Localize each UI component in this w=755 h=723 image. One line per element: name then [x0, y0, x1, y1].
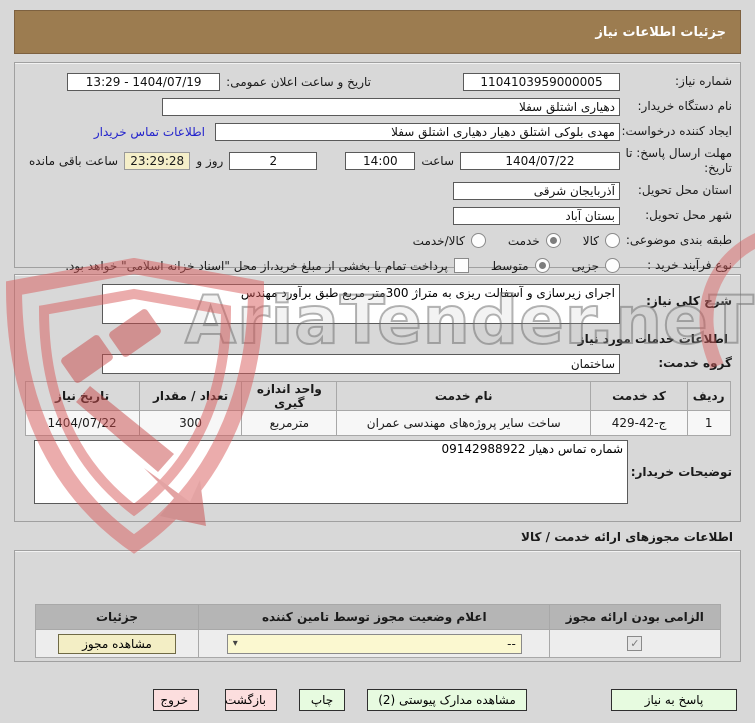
deadline-date-field[interactable] [460, 152, 620, 170]
radio-goods-label: کالا [582, 233, 599, 248]
radio-partial[interactable] [605, 258, 620, 273]
print-button[interactable]: چاپ [299, 689, 345, 711]
back-button[interactable]: بازگشت [225, 689, 277, 711]
col-license-details: جزئیات [34, 604, 200, 630]
col-row-number: ردیف [686, 381, 731, 411]
deadline-label: مهلت ارسال پاسخ: تا تاریخ: [625, 146, 732, 175]
cell-license-status: -- ▾ [198, 629, 551, 658]
col-service-name: نام خدمت [336, 381, 592, 411]
classification-row: طبقه بندی موضوعی: کالا خدمت کالا/خدمت [23, 229, 732, 252]
cell-row-number: 1 [686, 410, 731, 436]
cell-quantity: 300 [138, 410, 243, 436]
license-status-select[interactable]: -- ▾ [226, 633, 522, 654]
licenses-panel: الزامی بودن ارائه مجوز اعلام وضعیت مجوز … [14, 550, 741, 662]
buyer-org-field[interactable] [162, 97, 620, 116]
announce-datetime-field[interactable] [67, 72, 221, 91]
cell-license-details: مشاهده مجوز [34, 629, 200, 658]
need-desc-textarea[interactable]: اجرای زیرسازی و آسفالت ریزی به متراژ 300… [102, 284, 620, 324]
remaining-days-field[interactable] [229, 152, 318, 170]
view-license-button[interactable]: مشاهده مجوز [57, 633, 176, 654]
services-table-header-row: ردیف کد خدمت نام خدمت واحد اندازه گیری ت… [24, 381, 731, 411]
province-field[interactable] [453, 181, 620, 200]
licenses-section-title: اطلاعات مجوزهای ارائه خدمت / کالا [521, 530, 733, 544]
radio-medium-label: متوسط [490, 258, 529, 273]
licenses-table: الزامی بودن ارائه مجوز اعلام وضعیت مجوز … [34, 604, 721, 658]
city-field[interactable] [453, 206, 620, 225]
radio-goods[interactable] [605, 233, 620, 248]
exit-button[interactable]: خروج [153, 689, 199, 711]
treasury-checkbox[interactable] [453, 258, 469, 273]
classification-label: طبقه بندی موضوعی: [625, 233, 732, 247]
radio-medium[interactable] [534, 258, 550, 273]
buyer-org-label: نام دستگاه خریدار: [637, 99, 733, 113]
need-desc-label: شرح کلی نیاز: [646, 294, 732, 308]
mandatory-license-checkbox [627, 636, 643, 651]
buyer-contact-link[interactable]: اطلاعات تماس خریدار [94, 125, 205, 139]
cell-need-date: 1404/07/22 [24, 410, 140, 436]
page-title: جزئیات اطلاعات نیاز [14, 10, 741, 54]
col-license-mandatory: الزامی بودن ارائه مجوز [549, 604, 721, 630]
deadline-time-field[interactable] [345, 152, 416, 170]
radio-goods-service[interactable] [470, 233, 486, 248]
col-service-code: کد خدمت [590, 381, 688, 411]
radio-service[interactable] [545, 233, 561, 248]
licenses-table-row: -- ▾ مشاهده مجوز [34, 629, 721, 658]
deadline-row: مهلت ارسال پاسخ: تا تاریخ: ساعت روز و 23… [23, 145, 732, 177]
service-group-row: گروه خدمت: [23, 352, 732, 375]
province-row: استان محل تحویل: [23, 179, 732, 202]
cell-service-name: ساخت سایر پروژه‌های مهندسی عمران [336, 410, 592, 436]
licenses-table-header-row: الزامی بودن ارائه مجوز اعلام وضعیت مجوز … [34, 604, 721, 630]
services-section-title: اطلاعات خدمات مورد نیاز [577, 332, 728, 346]
city-label: شهر محل تحویل: [645, 208, 732, 222]
cell-service-code: ج-42-429 [590, 410, 688, 436]
service-group-field[interactable] [102, 353, 620, 374]
col-need-date: تاریخ نیاز [24, 381, 140, 411]
chevron-down-icon: ▾ [232, 638, 238, 649]
countdown-timer: 23:29:28 [124, 152, 191, 170]
col-license-status: اعلام وضعیت مجوز توسط تامین کننده [198, 604, 551, 630]
radio-partial-label: جزیی [571, 258, 599, 273]
need-number-label: شماره نیاز: [675, 74, 732, 88]
need-number-field[interactable] [463, 72, 620, 91]
hours-remaining-label: ساعت باقی مانده [29, 154, 119, 168]
deadline-hour-label: ساعت [421, 154, 454, 168]
buyer-notes-row: توضیحات خریدار: شماره تماس دهیار 0914298… [23, 440, 732, 504]
days-and-label: روز و [196, 154, 224, 168]
creator-row: ایجاد کننده درخواست: اطلاعات تماس خریدار [23, 120, 732, 143]
need-number-row: شماره نیاز: تاریخ و ساعت اعلان عمومی: [23, 70, 732, 93]
announce-datetime-label: تاریخ و ساعت اعلان عمومی: [226, 74, 371, 89]
col-quantity: تعداد / مقدار [138, 381, 243, 411]
cell-unit: مترمربع [241, 410, 338, 436]
service-group-label: گروه خدمت: [658, 356, 732, 370]
need-desc-row: شرح کلی نیاز: اجرای زیرسازی و آسفالت ریز… [23, 284, 732, 324]
footer-toolbar: پاسخ به نیاز مشاهده مدارک پیوستی (2) چاپ… [0, 689, 755, 711]
col-unit: واحد اندازه گیری [241, 381, 338, 411]
need-info-panel: شماره نیاز: تاریخ و ساعت اعلان عمومی: نا… [14, 62, 741, 273]
buyer-notes-textarea[interactable]: شماره تماس دهیار 09142988922 [34, 440, 628, 504]
services-panel: شرح کلی نیاز: اجرای زیرسازی و آسفالت ریز… [14, 274, 741, 522]
need-details-page: { "page": { "title": "جزئیات اطلاعات نیا… [0, 10, 755, 723]
buyer-notes-label: توضیحات خریدار: [630, 464, 732, 479]
city-row: شهر محل تحویل: [23, 204, 732, 227]
services-table: ردیف کد خدمت نام خدمت واحد اندازه گیری ت… [24, 381, 731, 436]
respond-button[interactable]: پاسخ به نیاز [611, 689, 737, 711]
radio-service-label: خدمت [507, 233, 540, 248]
treasury-checkbox-label: پرداخت تمام یا بخشی از مبلغ خرید،از محل … [65, 258, 448, 273]
province-label: استان محل تحویل: [637, 183, 732, 197]
process-type-label: نوع فرآیند خرید : [647, 258, 732, 272]
cell-license-mandatory [549, 629, 721, 658]
license-status-value: -- [507, 636, 516, 651]
creator-field[interactable] [215, 122, 620, 141]
view-attached-docs-button[interactable]: مشاهده مدارک پیوستی (2) [367, 689, 527, 711]
creator-label: ایجاد کننده درخواست: [621, 124, 732, 138]
radio-goods-service-label: کالا/خدمت [412, 233, 465, 248]
services-table-row: 1 ج-42-429 ساخت سایر پروژه‌های مهندسی عم… [24, 410, 731, 436]
buyer-org-row: نام دستگاه خریدار: [23, 95, 732, 118]
